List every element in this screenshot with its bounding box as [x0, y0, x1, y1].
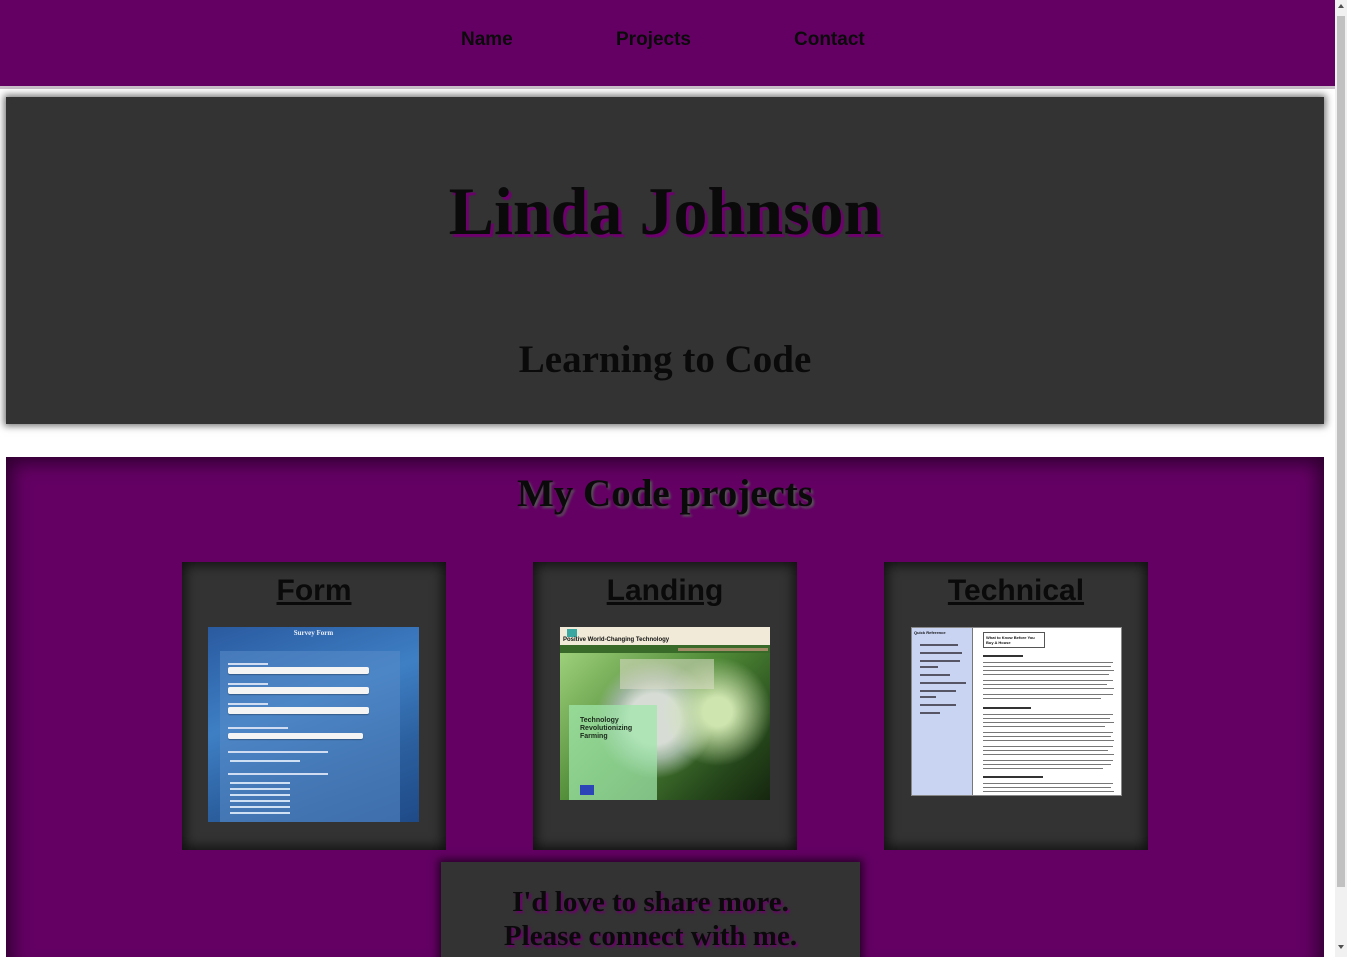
thumb-box-text: Technology Revolutionizing Farming: [580, 717, 633, 740]
thumb-decor: [983, 662, 1113, 663]
top-nav: Name Projects Contact: [0, 0, 1335, 89]
thumb-decor: [983, 684, 1107, 685]
thumb-decor: [983, 670, 1114, 671]
thumb-decor: [983, 680, 1113, 681]
logo-icon: [567, 629, 577, 637]
project-title-landing[interactable]: Landing: [533, 574, 797, 608]
thumb-decor: [228, 663, 268, 665]
thumb-decor: [230, 812, 290, 814]
thumb-box: Technology Revolutionizing Farming: [569, 705, 657, 800]
thumb-decor: [920, 704, 956, 706]
thumb-decor: [983, 707, 1031, 709]
project-card-form[interactable]: Form Survey Form: [182, 562, 446, 850]
thumb-decor: [983, 688, 1114, 689]
scroll-up-arrow-icon[interactable]: [1338, 4, 1344, 8]
project-thumbnail-technical[interactable]: Quick Reference What to Know Before You …: [911, 627, 1122, 796]
thumb-decor: [920, 666, 938, 668]
thumb-decor: [920, 682, 966, 684]
thumb-decor: [983, 754, 1114, 755]
thumb-decor: [620, 659, 714, 689]
thumb-decor: [983, 698, 1101, 699]
scrollbar-thumb[interactable]: [1337, 16, 1345, 887]
projects-section: My Code projects Form Survey Form Landin…: [6, 457, 1324, 957]
thumb-decor: [230, 794, 290, 796]
hero-tagline: Learning to Code: [518, 338, 812, 381]
thumb-decor: [983, 776, 1043, 778]
thumb-decor: [983, 674, 1109, 675]
thumb-sidebar: Quick Reference: [912, 628, 973, 795]
thumb-decor: [983, 732, 1113, 733]
thumb-decor: [983, 740, 1114, 741]
thumb-decor: [228, 727, 288, 729]
thumb-decor: [983, 791, 1114, 792]
nav-link-projects[interactable]: Projects: [616, 29, 691, 51]
thumb-decor: [920, 660, 960, 662]
thumb-decor: [228, 707, 369, 714]
thumb-decor: [983, 714, 1113, 715]
thumb-header: Positive World-Changing Technology: [560, 627, 770, 645]
page: Name Projects Contact Linda Johnson Lear…: [0, 0, 1335, 957]
nav-link-name[interactable]: Name: [461, 29, 513, 51]
contact-section[interactable]: I'd love to share more. Please connect w…: [441, 862, 860, 957]
project-thumbnail-landing[interactable]: Positive World-Changing Technology Techn…: [560, 627, 770, 800]
thumb-decor: [228, 773, 328, 775]
vertical-scrollbar[interactable]: [1335, 0, 1347, 957]
thumb-decor: [920, 712, 940, 714]
thumb-decor: [920, 674, 950, 676]
hero-name: Linda Johnson: [448, 173, 882, 249]
thumb-sidebar-heading: Quick Reference: [914, 630, 946, 635]
thumb-decor: [983, 764, 1111, 765]
thumb-decor: [920, 696, 936, 698]
thumb-decor: [228, 751, 328, 753]
thumb-heading: What to Know Before You Buy A House: [983, 632, 1045, 648]
thumb-decor: [678, 648, 768, 651]
thumb-decor: [983, 718, 1110, 719]
thumb-decor: [230, 806, 290, 808]
thumb-decor: [983, 787, 1111, 788]
thumb-decor: [920, 644, 958, 646]
thumb-decor: [920, 690, 956, 692]
thumb-decor: [580, 785, 594, 795]
project-title-technical[interactable]: Technical: [884, 574, 1148, 608]
thumb-decor: [228, 733, 363, 739]
contact-line-2: Please connect with me.: [503, 920, 798, 952]
thumb-decor: [983, 783, 1113, 784]
project-card-technical[interactable]: Technical Quick Reference What to Know B…: [884, 562, 1148, 850]
thumb-decor: [983, 768, 1103, 769]
thumb-decor: [230, 800, 290, 802]
thumb-decor: [983, 760, 1113, 761]
thumb-decor: [228, 703, 268, 705]
project-card-landing[interactable]: Landing Positive World-Changing Technolo…: [533, 562, 797, 850]
thumb-decor: [230, 782, 290, 784]
nav-link-contact[interactable]: Contact: [794, 29, 865, 51]
thumb-decor: [983, 736, 1111, 737]
project-thumbnail-form[interactable]: Survey Form: [208, 627, 419, 822]
thumb-decor: [228, 683, 268, 685]
thumb-decor: [920, 652, 962, 654]
thumb-heading: Positive World-Changing Technology: [563, 637, 670, 643]
thumb-decor: [983, 666, 1111, 667]
scroll-down-arrow-icon[interactable]: [1338, 945, 1344, 949]
project-title-form[interactable]: Form: [182, 574, 446, 608]
thumb-decor: [983, 746, 1113, 747]
thumb-decor: [230, 760, 300, 762]
thumb-decor: [983, 722, 1114, 723]
thumb-decor: [228, 687, 369, 694]
thumb-decor: [230, 788, 290, 790]
projects-heading: My Code projects: [516, 472, 814, 515]
thumb-decor: [983, 655, 1023, 657]
thumb-decor: [983, 726, 1105, 727]
thumb-decor: [983, 750, 1108, 751]
thumb-decor: [228, 667, 369, 674]
thumb-heading: Survey Form: [293, 629, 334, 637]
contact-line-1: I'd love to share more.: [512, 886, 789, 918]
welcome-section: Linda Johnson Learning to Code: [6, 97, 1324, 424]
thumb-decor: [983, 694, 1113, 695]
